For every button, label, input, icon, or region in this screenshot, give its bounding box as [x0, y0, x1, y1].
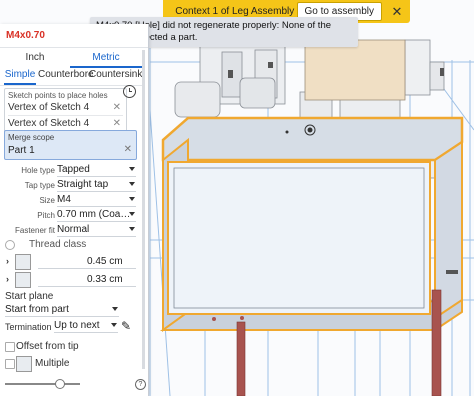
remove-icon[interactable]: ✕ [124, 144, 132, 155]
tap-type-label: Tap type [24, 181, 55, 190]
multiple-checkbox[interactable] [5, 359, 15, 369]
chevron-down-icon [129, 167, 135, 171]
chevron-down-icon [129, 197, 135, 201]
dialog-divider [0, 47, 148, 48]
tap-drill-diameter-input[interactable]: 0.45 cm [38, 256, 136, 269]
multiple-label: Multiple [35, 358, 70, 369]
offset-from-tip-checkbox[interactable] [5, 342, 15, 352]
start-plane-label: Start plane [5, 291, 54, 302]
thread-class-label: Thread class [29, 239, 87, 250]
size-value: M4 [57, 194, 71, 205]
context-banner-text: Context 1 of Leg Assembly [175, 6, 295, 17]
tab-countersink[interactable]: Countersink [89, 67, 142, 83]
sketch-point-label: Vertex of Sketch 4 [8, 118, 90, 129]
tab-inch[interactable]: Inch [0, 50, 70, 65]
close-icon[interactable]: ✕ [390, 4, 404, 19]
pitch-select[interactable]: 0.70 mm (Coa… [57, 209, 136, 222]
thread-diameter-input[interactable]: 0.33 cm [38, 274, 136, 287]
size-select[interactable]: M4 [57, 194, 136, 207]
clock-icon[interactable] [123, 85, 136, 98]
sketch-point-item[interactable]: Vertex of Sketch 4 ✕ [8, 101, 123, 116]
merge-scope-value: Part 1 [8, 145, 35, 156]
tap-drill-diameter-value: 0.45 cm [87, 256, 123, 267]
fastener-fit-select[interactable]: Normal [57, 224, 136, 237]
termination-select[interactable]: Up to next [54, 320, 118, 333]
chevron-down-icon [129, 227, 135, 231]
offset-from-tip-label: Offset from tip [16, 341, 79, 352]
sketch-points-label: Sketch points to place holes [8, 91, 108, 100]
tan-part [304, 39, 406, 101]
chevron-down-icon [129, 212, 135, 216]
fastener-fit-value: Normal [57, 224, 90, 235]
selected-frame-part[interactable] [159, 116, 464, 332]
merge-scope-label: Merge scope [8, 133, 55, 142]
chevron-right-icon[interactable]: › [6, 256, 9, 266]
thread-class-checkbox[interactable] [5, 240, 15, 250]
start-plane-select[interactable]: Start from part [5, 304, 119, 317]
tab-divider [0, 85, 142, 86]
sketch-point-item[interactable]: Vertex of Sketch 4 ✕ [8, 117, 123, 130]
chevron-down-icon [111, 323, 117, 327]
slider-track[interactable] [5, 383, 80, 385]
merge-scope-field[interactable]: Merge scope Part 1 ✕ [4, 130, 137, 160]
remove-icon[interactable]: ✕ [113, 101, 121, 114]
hole-type-label: Hole type [21, 166, 55, 175]
hole-type-value: Tapped [57, 164, 90, 175]
help-icon[interactable]: ? [135, 379, 146, 390]
thread-diameter-value: 0.33 cm [87, 274, 123, 285]
tap-type-select[interactable]: Straight tap [57, 179, 136, 192]
tab-counterbore[interactable]: Counterbore [38, 67, 94, 83]
dialog-title: M4x0.70 [6, 30, 45, 41]
remove-icon[interactable]: ✕ [113, 117, 121, 130]
termination-value: Up to next [54, 320, 100, 331]
sketch-point-label: Vertex of Sketch 4 [8, 102, 90, 113]
multiple-icon [16, 356, 32, 372]
start-plane-value: Start from part [5, 304, 69, 315]
flip-direction-icon[interactable]: ✎ [121, 319, 131, 333]
hole-type-select[interactable]: Tapped [57, 164, 136, 177]
chevron-right-icon[interactable]: › [6, 274, 9, 284]
pitch-value: 0.70 mm (Coa… [57, 209, 131, 220]
pitch-label: Pitch [37, 211, 55, 220]
chevron-down-icon [112, 307, 118, 311]
size-label: Size [39, 196, 55, 205]
slider-handle[interactable] [55, 379, 65, 389]
tap-drill-icon [15, 254, 31, 270]
scrollbar[interactable] [142, 50, 145, 369]
thread-depth-icon [15, 272, 31, 288]
termination-label: Termination [5, 322, 52, 332]
fastener-fit-label: Fastener fit [14, 226, 55, 235]
chevron-down-icon [129, 182, 135, 186]
tap-type-value: Straight tap [57, 179, 109, 190]
tab-metric[interactable]: Metric [70, 50, 142, 65]
hole-feature-dialog: M4x0.70 Inch Metric Simple Counterbore C… [0, 24, 149, 396]
tab-simple[interactable]: Simple [2, 67, 38, 83]
sketch-points-field[interactable]: Sketch points to place holes Vertex of S… [4, 88, 127, 135]
